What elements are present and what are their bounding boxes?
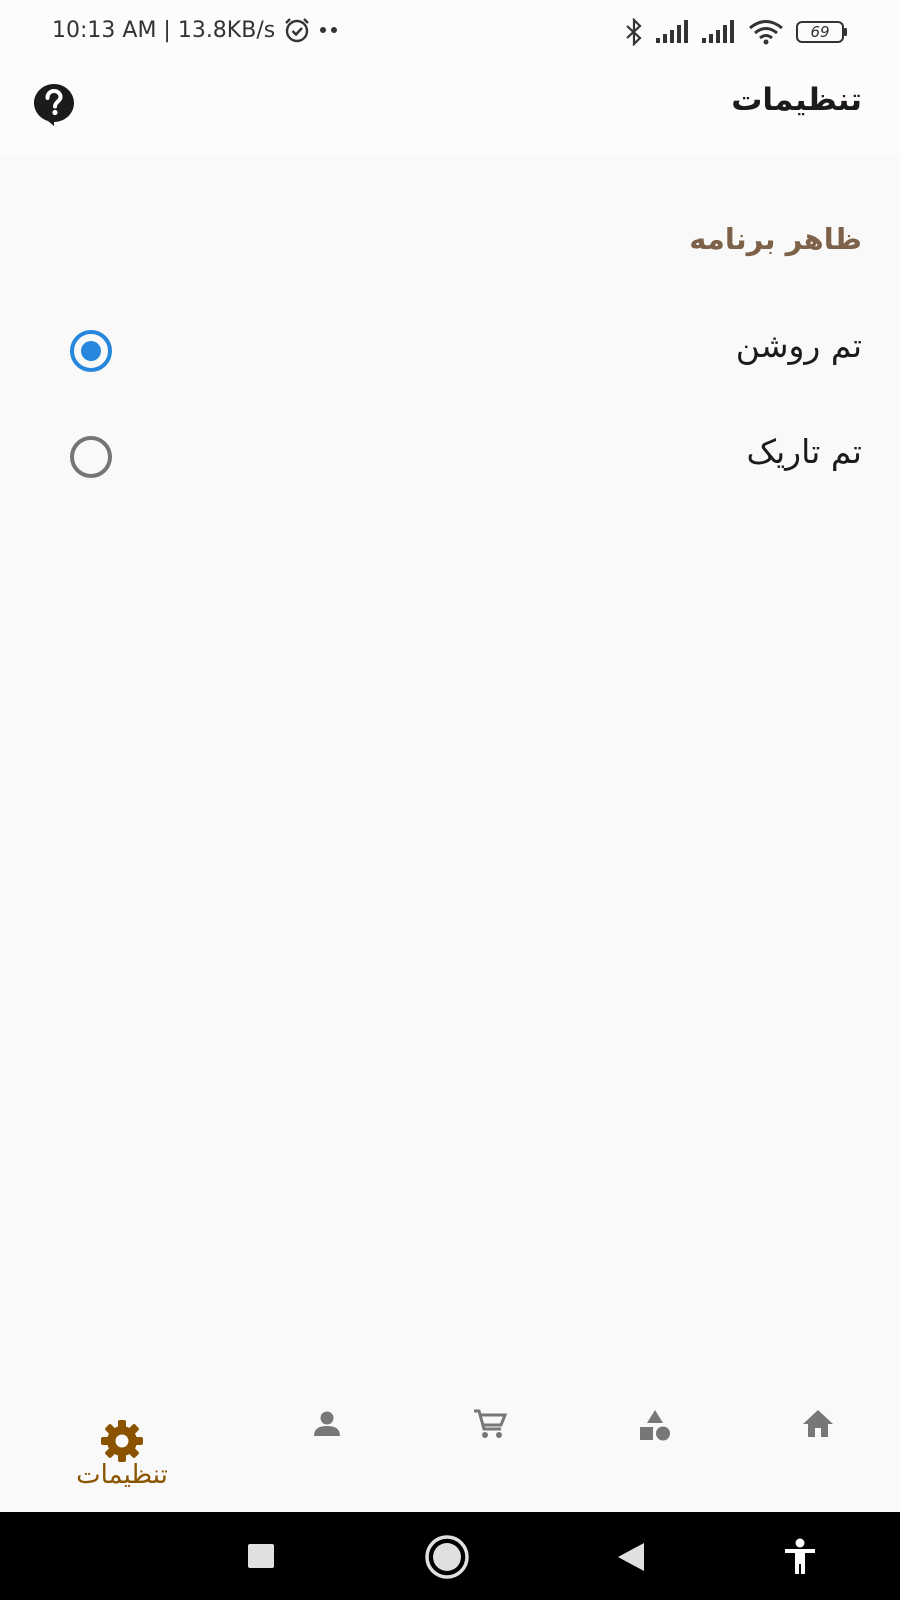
- help-button[interactable]: [32, 82, 76, 126]
- page-title: تنظیمات: [731, 82, 862, 118]
- battery-level: 69: [810, 23, 830, 41]
- status-bar: 10:13 AM | 13.8KB/s 69: [0, 0, 900, 64]
- notification-dots-icon: [319, 25, 339, 35]
- light-theme-radio[interactable]: [70, 330, 112, 372]
- home-icon: [803, 1410, 833, 1437]
- nav-item-home[interactable]: [738, 1400, 898, 1512]
- categories-icon: [640, 1410, 670, 1441]
- alarm-icon: [283, 16, 311, 44]
- accessibility-icon: [785, 1538, 815, 1574]
- status-left: 10:13 AM | 13.8KB/s: [52, 16, 339, 44]
- dark-theme-radio[interactable]: [70, 436, 112, 478]
- back-icon: [618, 1543, 644, 1571]
- nav-label-settings: تنظیمات: [76, 1460, 168, 1490]
- status-time-speed: 10:13 AM | 13.8KB/s: [52, 17, 276, 43]
- section-header-appearance: ظاهر برنامه: [689, 222, 862, 256]
- light-theme-label: تم روشن: [735, 326, 862, 365]
- dark-theme-option[interactable]: تم تاریک: [0, 412, 900, 502]
- bluetooth-icon: [624, 18, 644, 46]
- system-navigation-bar: [0, 1512, 900, 1600]
- nav-item-profile[interactable]: [247, 1400, 407, 1512]
- signal-icon: [702, 20, 736, 44]
- app-bar: تنظیمات: [0, 64, 900, 156]
- back-button[interactable]: [604, 1530, 658, 1584]
- cart-icon: [474, 1409, 508, 1438]
- home-circle-icon: [425, 1535, 469, 1579]
- nav-item-categories[interactable]: [575, 1400, 735, 1512]
- home-system-button[interactable]: [420, 1530, 474, 1584]
- recents-button[interactable]: [234, 1530, 288, 1584]
- nav-item-cart[interactable]: [410, 1400, 570, 1512]
- status-right: 69: [624, 18, 848, 46]
- light-theme-option[interactable]: تم روشن: [0, 306, 900, 396]
- recents-icon: [248, 1544, 274, 1568]
- gear-icon: [101, 1420, 143, 1462]
- person-icon: [314, 1411, 340, 1436]
- bottom-navigation: تنظیمات: [0, 1400, 900, 1512]
- wifi-icon: [748, 19, 784, 45]
- nav-item-settings[interactable]: تنظیمات: [42, 1400, 202, 1512]
- dark-theme-label: تم تاریک: [746, 432, 862, 471]
- signal-icon: [656, 20, 690, 44]
- battery-icon: 69: [796, 21, 848, 43]
- accessibility-button[interactable]: [773, 1530, 827, 1584]
- help-icon: [34, 84, 74, 126]
